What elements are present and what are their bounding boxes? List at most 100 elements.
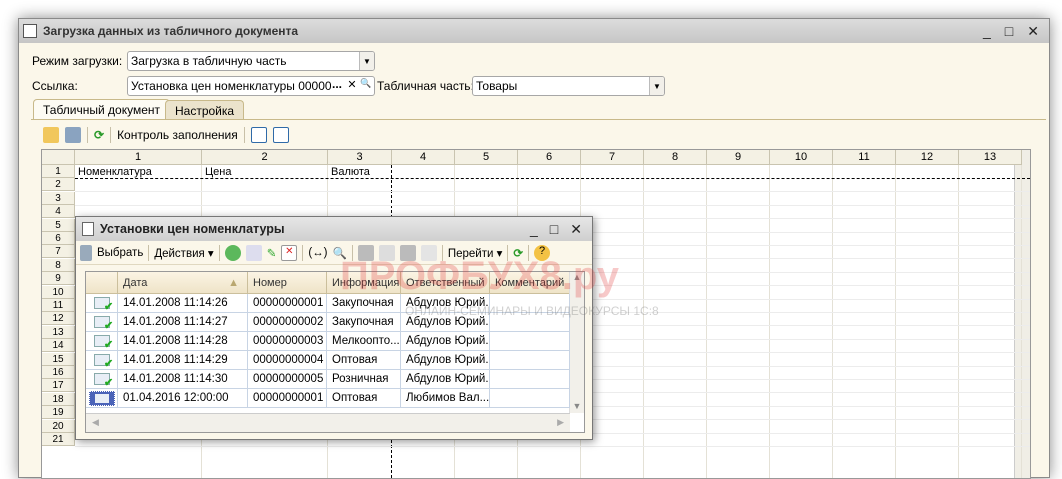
column-header[interactable]: 2 [202, 150, 328, 165]
column-header-responsible[interactable]: Ответственный [401, 272, 490, 294]
column-header[interactable]: 6 [518, 150, 581, 165]
row-header[interactable]: 1 [42, 165, 75, 178]
link-field[interactable]: Установка цен номенклатуры 0000000 ... ✕… [127, 76, 375, 96]
cell-resp: Абдулов Юрий... [401, 351, 490, 370]
table-row[interactable]: ✔ 14.01.2008 11:14:29 00000000004 Оптовая Аб… [86, 351, 570, 370]
minimize-button[interactable]: _ [983, 23, 991, 40]
column-header[interactable]: 11 [833, 150, 896, 165]
open-icon[interactable]: 🔍 [360, 78, 372, 89]
column-header-number[interactable]: Номер [248, 272, 327, 294]
row-header[interactable]: 15 [42, 352, 75, 366]
column-header-comment[interactable]: Комментарий [490, 272, 570, 294]
column-header-info[interactable]: Информация [327, 272, 401, 294]
actions-menu[interactable]: Действия ▾ [154, 246, 213, 260]
table-vertical-scrollbar[interactable]: ▲ ▼ [569, 272, 584, 413]
row-header[interactable]: 6 [42, 232, 75, 245]
row-header[interactable]: 4 [42, 205, 75, 219]
copy-icon[interactable] [245, 244, 262, 261]
column-header[interactable]: 1 [75, 150, 202, 165]
table-row[interactable]: ✔ 14.01.2008 11:14:27 00000000002 Закупочна… [86, 313, 570, 332]
row-header[interactable]: 13 [42, 325, 75, 339]
row-header[interactable]: 21 [42, 433, 75, 446]
row-header[interactable]: 14 [42, 339, 75, 353]
row-header[interactable]: 7 [42, 245, 75, 259]
column-header[interactable]: 4 [392, 150, 455, 165]
posted-document-icon: ✔ [86, 351, 118, 370]
row-header[interactable]: 2 [42, 178, 75, 192]
column-header[interactable]: 10 [770, 150, 833, 165]
sheet-cell[interactable]: Номенклатура [75, 166, 152, 179]
row-header[interactable]: 11 [42, 299, 75, 312]
row-header[interactable]: 5 [42, 218, 75, 232]
popup-maximize-button[interactable]: □ [550, 221, 558, 238]
refresh-icon[interactable]: ⟳ [94, 128, 104, 142]
help-icon[interactable]: ? [534, 244, 551, 261]
popup-minimize-button[interactable]: _ [530, 221, 538, 238]
cell-number: 00000000002 [248, 313, 327, 332]
sheet-cell[interactable]: Цена [202, 166, 231, 179]
maximize-button[interactable]: □ [1005, 23, 1013, 40]
table-horizontal-scrollbar[interactable]: ◀ ▶ [86, 413, 570, 432]
close-button[interactable]: ✕ [1027, 23, 1039, 40]
table-row[interactable]: ✔ 14.01.2008 11:14:28 00000000003 Мелкоопто… [86, 332, 570, 351]
column-header[interactable]: 3 [328, 150, 392, 165]
open-file-icon[interactable] [43, 127, 59, 143]
clear-icon[interactable]: ✕ [346, 78, 358, 91]
tabpart-select[interactable]: Товары ▼ [472, 76, 665, 96]
move-left-icon[interactable] [250, 127, 267, 143]
search-icon[interactable]: 🔍 [333, 246, 347, 260]
popup-close-button[interactable]: ✕ [570, 221, 582, 238]
document-icon [86, 389, 118, 408]
column-header-date[interactable]: Дата ▲ [118, 272, 248, 294]
row-header[interactable]: 12 [42, 312, 75, 326]
column-header[interactable]: 12 [896, 150, 959, 165]
edit-icon[interactable]: ✎ [267, 246, 277, 260]
column-header[interactable]: 13 [959, 150, 1022, 165]
filter-clear-icon[interactable] [420, 244, 437, 261]
check-filling-button[interactable]: Контроль заполнения [117, 128, 238, 142]
save-icon[interactable] [65, 127, 81, 143]
goto-menu[interactable]: Перейти ▾ [448, 246, 503, 260]
select-button[interactable]: ... [330, 77, 344, 91]
row-header[interactable]: 20 [42, 419, 75, 433]
filter-icon[interactable] [357, 244, 374, 261]
interval-icon[interactable]: (↔) [308, 247, 327, 259]
row-header[interactable]: 8 [42, 258, 75, 272]
table-row[interactable]: 01.04.2016 12:00:00 00000000001 Оптовая Люб… [86, 389, 570, 408]
tab-settings[interactable]: Настройка [165, 100, 245, 120]
add-icon[interactable] [224, 244, 241, 261]
tab-table-document[interactable]: Табличный документ [33, 99, 171, 119]
table-row[interactable]: ✔ 14.01.2008 11:14:26 00000000001 Закупочна… [86, 294, 570, 313]
row-header[interactable]: 10 [42, 285, 75, 299]
vertical-scrollbar[interactable] [1014, 150, 1030, 478]
mode-label: Режим загрузки: [32, 54, 123, 68]
column-header[interactable]: 5 [455, 150, 518, 165]
column-header[interactable]: 8 [644, 150, 707, 165]
row-header[interactable]: 17 [42, 379, 75, 393]
sheet-cell[interactable]: Валюта [328, 166, 370, 179]
row-header[interactable]: 18 [42, 392, 75, 406]
table-row[interactable]: ✔ 14.01.2008 11:14:30 00000000005 Розничная… [86, 370, 570, 389]
row-header[interactable]: 9 [42, 272, 75, 286]
documents-table[interactable]: Дата ▲ Номер Информация Ответственный Ком… [85, 271, 585, 433]
row-header[interactable]: 19 [42, 406, 75, 420]
delete-icon[interactable]: ✕ [281, 244, 298, 261]
filter-current-icon[interactable] [378, 244, 395, 261]
row-header[interactable]: 3 [42, 191, 75, 205]
column-header[interactable]: 7 [581, 150, 644, 165]
chevron-down-icon[interactable]: ▼ [649, 77, 664, 95]
chevron-down-icon[interactable]: ▼ [359, 52, 374, 70]
move-up-icon[interactable] [272, 127, 289, 143]
cell-date: 14.01.2008 11:14:30 [118, 370, 248, 389]
select-button[interactable]: Выбрать [97, 247, 143, 259]
filter-history-icon[interactable] [399, 244, 416, 261]
grid-line [832, 165, 833, 478]
app-icon [23, 24, 37, 38]
column-header[interactable]: 9 [707, 150, 770, 165]
refresh-icon[interactable]: ⟳ [513, 246, 523, 260]
posted-document-icon: ✔ [86, 370, 118, 389]
cell-number: 00000000001 [248, 389, 327, 408]
mode-select[interactable]: Загрузка в табличную часть ▼ [127, 51, 375, 71]
row-header[interactable]: 16 [42, 366, 75, 379]
cell-info: Закупочная [327, 294, 401, 313]
